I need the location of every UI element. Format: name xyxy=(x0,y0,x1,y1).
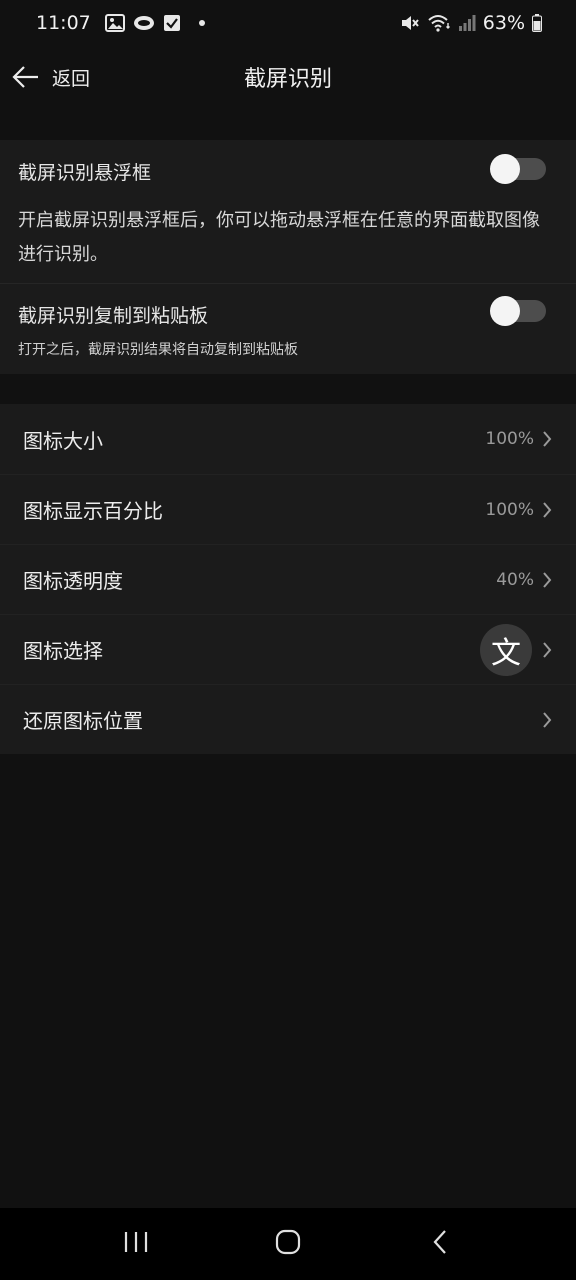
status-left: 11:07 xyxy=(36,12,205,34)
cloud-icon xyxy=(133,14,155,32)
icon-select-right: 文 xyxy=(480,623,552,676)
icon-opacity-row[interactable]: 图标透明度 40% xyxy=(0,544,576,614)
notification-dot xyxy=(198,20,205,26)
icon-settings-card: 图标大小 100% 图标显示百分比 100% 图标透明度 40% 图标选择 文 … xyxy=(0,404,576,754)
icon-select-row[interactable]: 图标选择 文 xyxy=(0,614,576,684)
arrow-left-icon xyxy=(12,65,40,89)
toggle-knob xyxy=(490,296,520,326)
icon-percent-value: 100% xyxy=(485,499,534,520)
icon-percent-label: 图标显示百分比 xyxy=(23,499,163,523)
copy-clipboard-toggle[interactable] xyxy=(490,296,546,326)
icon-size-label: 图标大小 xyxy=(23,428,103,453)
home-button[interactable] xyxy=(258,1214,318,1274)
chevron-right-icon xyxy=(542,641,552,659)
floating-window-description: 开启截屏识别悬浮框后，你可以拖动悬浮框在任意的界面截取图像进行识别。 xyxy=(18,210,540,265)
status-time: 11:07 xyxy=(36,12,91,34)
back-label: 返回 xyxy=(52,67,91,90)
system-nav-bar xyxy=(0,1208,576,1280)
recent-apps-icon xyxy=(123,1230,149,1258)
icon-percent-right: 100% xyxy=(485,500,552,520)
icon-opacity-right: 40% xyxy=(496,570,552,590)
icon-size-value: 100% xyxy=(485,429,534,449)
toggle-knob xyxy=(490,154,520,184)
back-button[interactable]: 返回 xyxy=(0,46,90,108)
screen: 11:07 63% 返回 截屏识别 截屏识别悬浮框 开启截屏识别悬浮框后，你可以… xyxy=(0,0,576,1280)
icon-opacity-value: 40% xyxy=(496,569,534,590)
checkbox-icon xyxy=(163,14,181,32)
floating-window-row: 截屏识别悬浮框 开启截屏识别悬浮框后，你可以拖动悬浮框在任意的界面截取图像进行识… xyxy=(0,140,576,283)
text-recognition-icon: 文 xyxy=(480,623,532,676)
icon-opacity-label: 图标透明度 xyxy=(23,569,123,593)
battery-percent: 63% xyxy=(482,12,525,34)
icon-percent-row[interactable]: 图标显示百分比 100% xyxy=(0,474,576,544)
copy-clipboard-title: 截屏识别复制到粘贴板 xyxy=(18,305,209,327)
app-header: 返回 截屏识别 xyxy=(0,46,576,108)
chevron-right-icon xyxy=(542,571,552,589)
gallery-icon xyxy=(104,14,125,32)
icon-select-label: 图标选择 xyxy=(23,639,103,663)
reset-icon-position-label: 还原图标位置 xyxy=(23,709,143,733)
chevron-right-icon xyxy=(542,430,552,448)
icon-size-right: 100% xyxy=(485,429,552,449)
toggle-settings-card: 截屏识别悬浮框 开启截屏识别悬浮框后，你可以拖动悬浮框在任意的界面截取图像进行识… xyxy=(0,140,576,374)
wifi-icon xyxy=(427,14,451,32)
floating-window-title: 截屏识别悬浮框 xyxy=(18,162,152,184)
status-bar: 11:07 63% xyxy=(0,0,576,46)
reset-icon-position-row[interactable]: 还原图标位置 xyxy=(0,684,576,754)
copy-clipboard-description: 打开之后，截屏识别结果将自动复制到粘贴板 xyxy=(18,342,298,358)
mute-icon xyxy=(400,14,420,32)
chevron-right-icon xyxy=(542,711,552,729)
floating-window-toggle[interactable] xyxy=(490,154,546,184)
signal-icon xyxy=(458,14,476,32)
status-right: 63% xyxy=(400,12,542,34)
recent-apps-button[interactable] xyxy=(106,1214,166,1274)
chevron-left-icon xyxy=(432,1229,448,1259)
chevron-right-icon xyxy=(542,501,552,519)
copy-clipboard-row: 截屏识别复制到粘贴板 打开之后，截屏识别结果将自动复制到粘贴板 xyxy=(0,284,576,374)
reset-icon-position-right xyxy=(542,711,552,729)
battery-icon xyxy=(532,14,542,32)
nav-back-button[interactable] xyxy=(410,1214,470,1274)
home-icon xyxy=(275,1229,301,1259)
icon-size-row[interactable]: 图标大小 100% xyxy=(0,404,576,474)
